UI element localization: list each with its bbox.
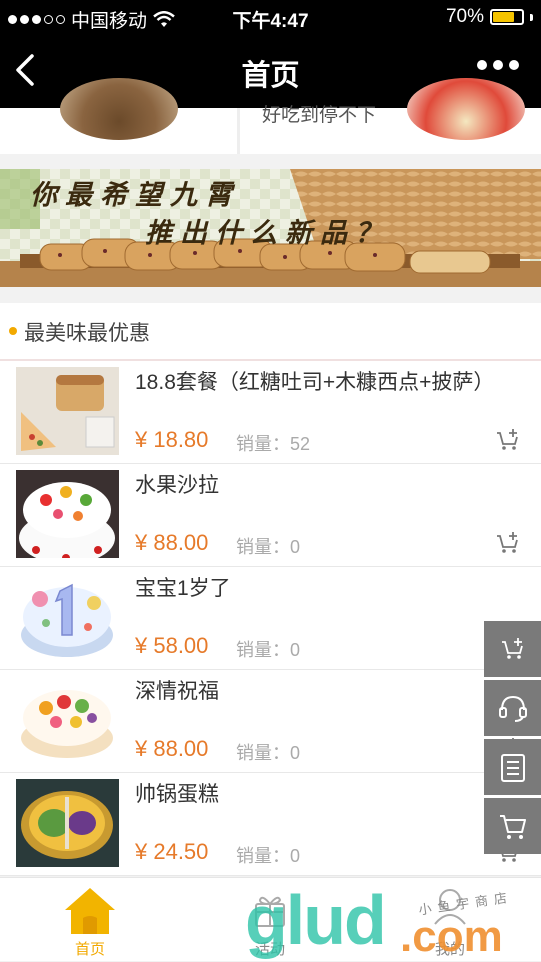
product-image [16,367,119,455]
product-item[interactable]: 深情祝福 ¥ 88.00 销量：0 [0,670,541,773]
product-item[interactable]: 水果沙拉 ¥ 88.00 销量：0 [0,464,541,567]
more-dot-icon [509,60,519,70]
floating-toolbar [484,621,541,857]
product-sales: 销量：0 [236,636,300,662]
category-thumb-right[interactable] [407,78,525,140]
sales-label: 销量： [236,434,290,454]
product-image [16,676,119,764]
sales-label: 销量： [236,640,290,660]
banner-headline-2: 推出什么新品？ [145,218,390,249]
product-price: ¥ 88.00 [135,736,209,761]
section-title: 最美味最优惠 [24,322,150,345]
product-sales: 销量：0 [236,739,300,765]
product-item[interactable]: 18.8套餐（红糖吐司+木糠西点+披萨） ¥ 18.80 销量：52 [0,361,541,464]
more-dot-icon [493,60,503,70]
product-list: 18.8套餐（红糖吐司+木糠西点+披萨） ¥ 18.80 销量：52 水果沙拉 … [0,361,541,876]
sales-count: 0 [290,743,301,763]
product-name: 18.8套餐（红糖吐司+木糠西点+披萨） [135,371,495,394]
section-header: 最美味最优惠 [0,303,541,361]
headset-icon [498,695,527,722]
product-name: 深情祝福 [135,680,219,703]
float-add-cart-button[interactable] [484,621,541,677]
sales-count: 0 [290,640,301,660]
product-image [16,470,119,558]
product-price: ¥ 58.00 [135,633,209,658]
sales-count: 0 [290,537,301,557]
product-sales: 销量：0 [236,533,300,559]
customer-service-button[interactable] [484,680,541,736]
watermark-logo: glud [245,881,387,959]
product-name: 水果沙拉 [135,474,219,497]
battery-icon [490,9,524,25]
home-icon [65,888,115,934]
sales-label: 销量： [236,743,290,763]
product-price: ¥ 88.00 [135,530,209,555]
promo-banner[interactable]: 你最希望九霄 推出什么新品？ [0,169,541,287]
watermark-suffix: .com [400,912,503,961]
more-dot-icon [477,60,487,70]
clipboard-icon [500,754,525,782]
status-right: 70% [446,6,533,28]
cart-button[interactable] [484,798,541,854]
strip-divider [237,108,240,154]
product-price: ¥ 24.50 [135,839,209,864]
product-item[interactable]: 帅锅蛋糕 ¥ 24.50 销量：0 [0,773,541,876]
shopping-cart-icon [499,815,526,839]
section-bullet-icon [9,327,17,335]
tab-home[interactable]: 首页 [0,878,180,961]
sales-count: 52 [290,434,311,454]
banner-headline-1: 你最希望九霄 [30,180,240,211]
sales-label: 销量： [236,537,290,557]
orders-button[interactable] [484,739,541,795]
product-name: 宝宝1岁了 [135,577,231,600]
category-partial-text: 好吃到停不下 [262,105,377,126]
add-to-cart-icon [501,638,523,659]
category-thumb-left[interactable] [60,78,178,140]
add-to-cart-icon[interactable] [495,427,521,453]
product-name: 帅锅蛋糕 [135,783,219,806]
sales-label: 销量： [236,846,290,866]
product-sales: 销量：0 [236,842,300,868]
more-button[interactable] [477,60,519,70]
category-strip: 好吃到停不下 [0,78,541,154]
product-image [16,573,119,661]
tab-label: 首页 [74,941,105,958]
status-bar: 中国移动 下午4:47 70% [0,0,541,34]
product-image [16,779,119,867]
product-sales: 销量：52 [236,430,310,456]
sales-count: 0 [290,846,301,866]
product-item[interactable]: 宝宝1岁了 ¥ 58.00 销量：0 [0,567,541,670]
battery-label: 70% [445,6,484,27]
add-to-cart-icon[interactable] [495,530,521,556]
product-price: ¥ 18.80 [135,427,209,452]
